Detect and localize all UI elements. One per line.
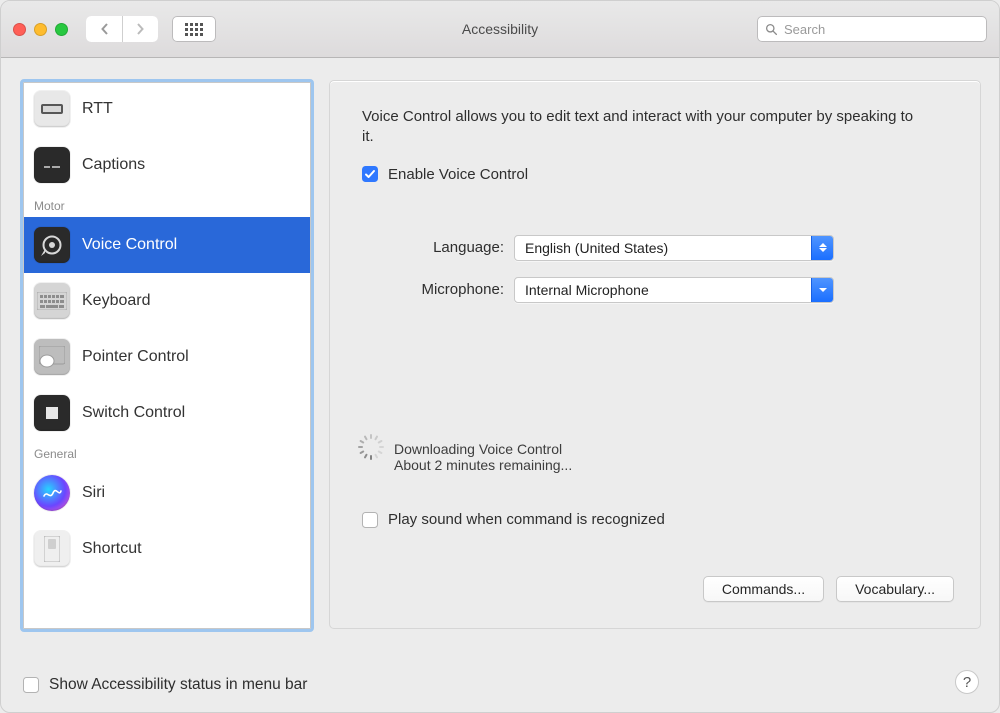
back-button[interactable] xyxy=(86,16,122,42)
sidebar-item-voice-control[interactable]: Voice Control xyxy=(24,217,310,273)
sidebar-item-label: Pointer Control xyxy=(82,348,189,366)
sidebar-section-general: General xyxy=(24,441,310,465)
sidebar-scroll: RTT Captions Motor Voice Control xyxy=(24,83,310,628)
sidebar-item-label: Siri xyxy=(82,484,105,502)
titlebar: Accessibility xyxy=(1,1,999,58)
siri-icon xyxy=(34,475,70,511)
window-controls xyxy=(13,23,68,36)
nav-back-forward xyxy=(86,16,158,42)
pointer-control-icon xyxy=(34,339,70,375)
sidebar-item-rtt[interactable]: RTT xyxy=(24,83,310,137)
keyboard-icon xyxy=(34,283,70,319)
sidebar-item-switch-control[interactable]: Switch Control xyxy=(24,385,310,441)
forward-button[interactable] xyxy=(122,16,158,42)
grid-icon xyxy=(185,23,203,36)
content-area: RTT Captions Motor Voice Control xyxy=(1,58,999,656)
play-sound-label: Play sound when command is recognized xyxy=(388,511,665,528)
sidebar-item-shortcut[interactable]: Shortcut xyxy=(24,521,310,577)
sidebar-item-label: Captions xyxy=(82,156,145,174)
microphone-select[interactable]: Internal Microphone xyxy=(514,277,834,303)
footer: Show Accessibility status in menu bar xyxy=(1,656,999,713)
sidebar-item-keyboard[interactable]: Keyboard xyxy=(24,273,310,329)
sidebar-item-label: Shortcut xyxy=(82,540,142,558)
category-sidebar[interactable]: RTT Captions Motor Voice Control xyxy=(23,82,311,629)
sidebar-section-motor: Motor xyxy=(24,193,310,217)
voice-control-icon xyxy=(34,227,70,263)
enable-voice-control-checkbox[interactable] xyxy=(362,166,378,182)
download-title: Downloading Voice Control xyxy=(394,441,572,457)
language-value: English (United States) xyxy=(525,240,668,256)
microphone-label: Microphone: xyxy=(362,281,504,298)
close-button[interactable] xyxy=(13,23,26,36)
checkmark-icon xyxy=(364,168,376,180)
switch-control-icon xyxy=(34,395,70,431)
sidebar-item-captions[interactable]: Captions xyxy=(24,137,310,193)
chevron-left-icon xyxy=(100,23,109,35)
sidebar-item-label: RTT xyxy=(82,100,113,118)
sidebar-item-pointer-control[interactable]: Pointer Control xyxy=(24,329,310,385)
download-status: Downloading Voice Control About 2 minute… xyxy=(362,441,572,473)
sidebar-item-label: Keyboard xyxy=(82,292,151,310)
search-icon xyxy=(765,23,778,36)
accessibility-window: Accessibility RTT xyxy=(0,0,1000,713)
help-button[interactable]: ? xyxy=(955,670,979,694)
show-status-label: Show Accessibility status in menu bar xyxy=(49,676,307,694)
language-select[interactable]: English (United States) xyxy=(514,235,834,261)
download-eta: About 2 minutes remaining... xyxy=(394,457,572,473)
show-status-checkbox[interactable] xyxy=(23,677,39,693)
chevron-down-icon xyxy=(811,278,833,302)
search-input[interactable] xyxy=(784,22,979,37)
microphone-value: Internal Microphone xyxy=(525,282,649,298)
shortcut-icon xyxy=(34,531,70,567)
rtt-icon xyxy=(34,91,70,127)
zoom-button[interactable] xyxy=(55,23,68,36)
enable-voice-control-label: Enable Voice Control xyxy=(388,166,528,183)
language-label: Language: xyxy=(362,239,504,256)
search-field[interactable] xyxy=(757,16,987,42)
voice-control-description: Voice Control allows you to edit text an… xyxy=(362,107,922,148)
play-sound-checkbox[interactable] xyxy=(362,512,378,528)
vocabulary-button[interactable]: Vocabulary... xyxy=(836,576,954,602)
spinner-icon xyxy=(362,442,380,460)
voice-control-settings-form: Language: English (United States) Microp… xyxy=(362,235,948,303)
commands-button[interactable]: Commands... xyxy=(703,576,824,602)
minimize-button[interactable] xyxy=(34,23,47,36)
sidebar-item-label: Switch Control xyxy=(82,404,185,422)
stepper-icon xyxy=(811,236,833,260)
captions-icon xyxy=(34,147,70,183)
detail-panel: Voice Control allows you to edit text an… xyxy=(329,80,981,629)
chevron-right-icon xyxy=(136,23,145,35)
sidebar-item-label: Voice Control xyxy=(82,236,177,254)
show-all-button[interactable] xyxy=(172,16,216,42)
sidebar-item-siri[interactable]: Siri xyxy=(24,465,310,521)
